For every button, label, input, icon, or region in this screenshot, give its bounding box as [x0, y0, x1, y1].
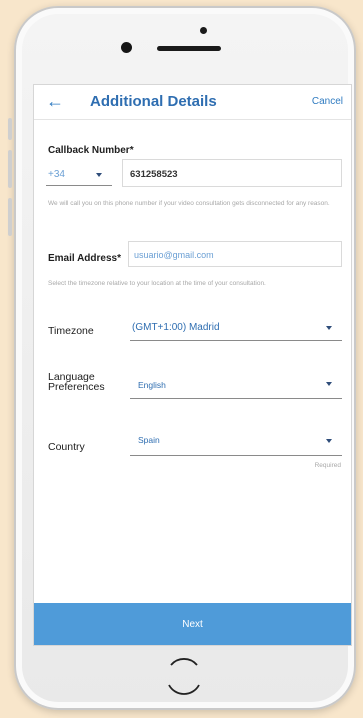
country-code-select[interactable]: +34	[48, 169, 65, 180]
home-button-icon[interactable]	[163, 655, 205, 697]
email-input[interactable]: usuario@gmail.com	[134, 250, 214, 260]
page-title: Additional Details	[90, 93, 217, 110]
required-note: Required	[314, 462, 341, 469]
callback-help-text: We will call you on this phone number if…	[48, 200, 330, 207]
country-underline	[130, 455, 342, 456]
phone-side-button	[8, 118, 12, 140]
language-label-line2: Preferences	[48, 381, 105, 393]
timezone-underline	[130, 340, 342, 341]
country-select[interactable]: Spain	[138, 435, 160, 445]
timezone-help-text: Select the timezone relative to your loc…	[48, 280, 266, 287]
callback-number-label: Callback Number*	[48, 145, 134, 156]
email-label: Email Address*	[48, 253, 121, 264]
language-chevron-down-icon	[326, 382, 332, 386]
country-label: Country	[48, 441, 85, 453]
earpiece-speaker	[157, 46, 221, 51]
country-chevron-down-icon	[326, 439, 332, 443]
front-camera	[121, 42, 132, 53]
country-code-chevron-down-icon	[96, 173, 102, 177]
timezone-select[interactable]: (GMT+1:00) Madrid	[132, 322, 220, 333]
front-sensor	[200, 27, 207, 34]
app-header: ← Additional Details Cancel	[34, 85, 351, 125]
timezone-label: Timezone	[48, 325, 94, 337]
timezone-chevron-down-icon	[326, 326, 332, 330]
header-divider	[34, 119, 351, 120]
country-code-underline	[46, 185, 112, 186]
cancel-button[interactable]: Cancel	[312, 96, 343, 107]
back-arrow-icon[interactable]: ←	[46, 91, 64, 112]
phone-number-input[interactable]: 631258523	[130, 169, 178, 180]
next-button[interactable]: Next	[34, 603, 351, 645]
phone-volume-up	[8, 150, 12, 188]
language-select[interactable]: English	[138, 380, 166, 390]
app-screen: ← Additional Details Cancel Callback Num…	[33, 84, 352, 646]
phone-volume-down	[8, 198, 12, 236]
language-underline	[130, 398, 342, 399]
